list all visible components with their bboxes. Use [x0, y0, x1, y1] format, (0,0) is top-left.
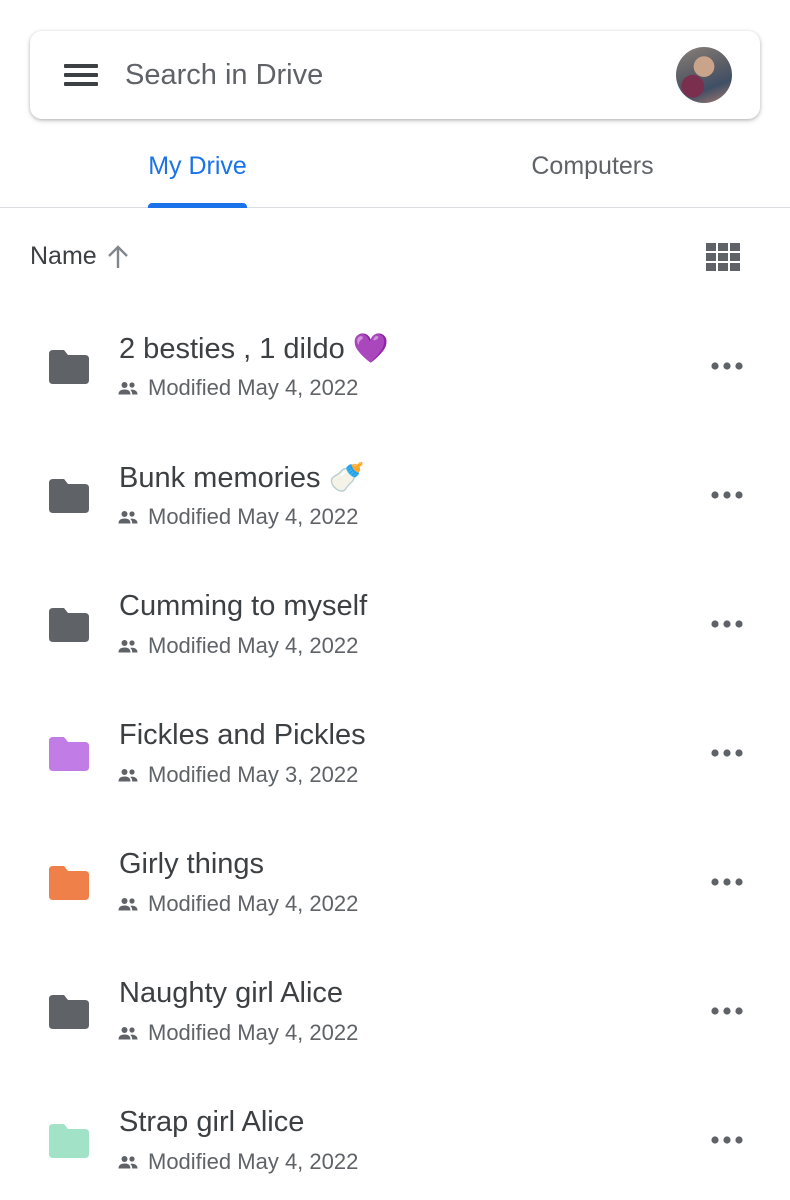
file-modified-date: Modified May 4, 2022 [148, 891, 359, 916]
file-name: Naughty girl Alice [119, 977, 344, 1009]
drive-tabs: My Drive Computers [0, 125, 790, 208]
file-name: Bunk memories 🍼 [119, 462, 365, 494]
shared-people-icon [118, 511, 138, 524]
file-modified-date: Modified May 4, 2022 [148, 1149, 359, 1174]
file-modified-date: Modified May 4, 2022 [148, 375, 359, 400]
more-options-icon[interactable] [706, 741, 748, 765]
more-options-icon[interactable] [706, 612, 748, 636]
tab-computers[interactable]: Computers [395, 125, 790, 207]
file-name: Fickles and Pickles [119, 719, 366, 751]
file-name: 2 besties , 1 dildo 💜 [119, 333, 389, 365]
search-bar[interactable] [30, 31, 760, 119]
active-tab-indicator [148, 203, 247, 208]
file-list: 2 besties , 1 dildo 💜 Modified May 4, 20… [0, 302, 790, 1200]
file-modified-date: Modified May 4, 2022 [148, 1020, 359, 1045]
list-item[interactable]: Fickles and Pickles Modified May 3, 2022 [0, 689, 790, 818]
grid-view-icon[interactable] [706, 243, 740, 271]
list-item[interactable]: Cumming to myself Modified May 4, 2022 [0, 560, 790, 689]
profile-avatar[interactable] [676, 47, 732, 103]
folder-icon [49, 350, 89, 384]
file-modified-date: Modified May 3, 2022 [148, 762, 359, 787]
shared-people-icon [118, 769, 138, 782]
arrow-up-icon[interactable] [106, 244, 130, 270]
folder-icon [49, 1124, 89, 1158]
shared-people-icon [118, 898, 138, 911]
shared-people-icon [118, 1156, 138, 1169]
shared-people-icon [118, 1027, 138, 1040]
drive-page: My Drive Computers Name [0, 0, 790, 1200]
more-options-icon[interactable] [706, 870, 748, 894]
folder-icon [49, 995, 89, 1029]
list-item[interactable]: 2 besties , 1 dildo 💜 Modified May 4, 20… [0, 302, 790, 431]
list-item[interactable]: Naughty girl Alice Modified May 4, 2022 [0, 947, 790, 1076]
folder-icon [49, 479, 89, 513]
more-options-icon[interactable] [706, 999, 748, 1023]
file-name: Strap girl Alice [119, 1106, 305, 1138]
folder-icon [49, 608, 89, 642]
file-modified-date: Modified May 4, 2022 [148, 633, 359, 658]
hamburger-menu-icon[interactable] [64, 61, 98, 89]
more-options-icon[interactable] [706, 1128, 748, 1152]
more-options-icon[interactable] [706, 483, 748, 507]
shared-people-icon [118, 382, 138, 395]
search-input[interactable] [125, 53, 645, 97]
more-options-icon[interactable] [706, 354, 748, 378]
tab-my-drive-label: My Drive [148, 151, 247, 180]
file-modified-date: Modified May 4, 2022 [148, 504, 359, 529]
folder-icon [49, 737, 89, 771]
sort-header: Name [0, 228, 790, 288]
tab-my-drive[interactable]: My Drive [0, 125, 395, 207]
tab-computers-label: Computers [531, 151, 654, 180]
list-item[interactable]: Strap girl Alice Modified May 4, 2022 [0, 1076, 790, 1200]
shared-people-icon [118, 640, 138, 653]
list-item[interactable]: Girly things Modified May 4, 2022 [0, 818, 790, 947]
folder-icon [49, 866, 89, 900]
file-name: Cumming to myself [119, 590, 368, 622]
file-name: Girly things [119, 848, 265, 880]
sort-by-name-button[interactable]: Name [30, 242, 97, 271]
list-item[interactable]: Bunk memories 🍼 Modified May 4, 2022 [0, 431, 790, 560]
